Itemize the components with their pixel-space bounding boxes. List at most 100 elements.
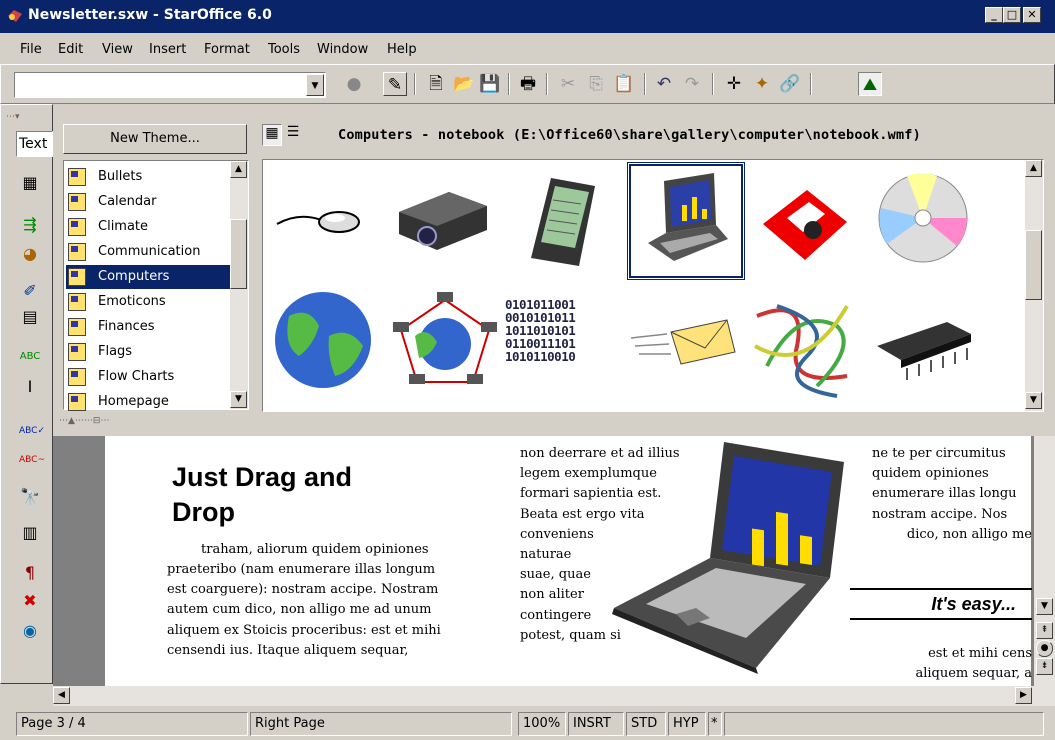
insert-table-icon[interactable]: ▦ <box>19 172 41 194</box>
thumb-cd[interactable] <box>867 164 985 282</box>
status-selection-mode[interactable]: STD <box>626 712 666 736</box>
url-combo-box[interactable]: ▼ <box>14 72 326 98</box>
status-zoom[interactable]: 100% <box>518 712 566 736</box>
thumb-network[interactable] <box>387 286 505 404</box>
insert-fields-icon[interactable]: ⇶ <box>19 214 41 236</box>
theme-item-homepage[interactable]: Homepage <box>66 390 231 414</box>
thumb-pda[interactable] <box>505 164 623 282</box>
document-scrollbar[interactable]: ▼ ⇞ ● ⇟ <box>1034 436 1055 706</box>
thumb-chip[interactable] <box>867 286 985 404</box>
theme-item-flow-charts[interactable]: Flow Charts <box>66 365 231 389</box>
thumb-notebook[interactable] <box>627 162 745 280</box>
gallery-thumbnails[interactable]: 0101011001 0010101011 1011010101 0110011… <box>262 159 1044 412</box>
stylist-icon[interactable]: ✦ <box>750 72 774 96</box>
chevron-down-icon[interactable]: ▼ <box>306 74 324 96</box>
scroll-up-icon[interactable]: ▲ <box>1025 160 1042 177</box>
open-folder-icon[interactable]: 📂 <box>452 72 476 96</box>
autotext-icon[interactable]: ABC <box>19 346 41 368</box>
thumb-binary-data[interactable]: 0101011001 0010101011 1011010101 0110011… <box>505 298 623 416</box>
detail-view-icon[interactable]: ☰ <box>284 124 302 146</box>
article-heading[interactable]: Just Drag and Drop <box>172 460 352 530</box>
text-column-1-body[interactable]: praeteribo (nam enumerare illas longum e… <box>167 560 488 661</box>
paste-icon[interactable]: 📋 <box>612 72 636 96</box>
theme-item-climate[interactable]: Climate <box>66 215 231 239</box>
status-hyperlink-mode[interactable]: HYP <box>668 712 706 736</box>
theme-item-bullets[interactable]: Bullets <box>66 165 231 189</box>
scroll-down-icon[interactable]: ▼ <box>230 391 247 408</box>
find-replace-icon[interactable]: 🔭 <box>19 486 41 508</box>
scroll-down-icon[interactable]: ▼ <box>1036 598 1053 615</box>
save-icon[interactable]: 💾 <box>478 72 502 96</box>
theme-item-finances[interactable]: Finances <box>66 315 231 339</box>
horizontal-scrollbar[interactable]: ◀ ▶ <box>53 686 1034 706</box>
navigator-icon[interactable]: ✛ <box>722 72 746 96</box>
menu-format[interactable]: Format <box>204 42 250 57</box>
new-theme-button[interactable]: New Theme... <box>63 124 247 154</box>
text-column-3[interactable]: ne te per circumitus quidem opiniones en… <box>872 444 1032 545</box>
gallery-toggle-icon[interactable]: ⛰ <box>858 72 882 96</box>
theme-item-calendar[interactable]: Calendar <box>66 190 231 214</box>
menu-file[interactable]: File <box>20 42 42 57</box>
edit-file-icon[interactable]: ✎ <box>383 72 407 96</box>
nonprinting-characters-icon[interactable]: ¶ <box>19 562 41 584</box>
cursor-icon[interactable]: I <box>19 376 41 398</box>
close-button[interactable]: ✕ <box>1023 7 1041 23</box>
text-column-1[interactable]: traham, aliorum quidem opiniones <box>167 540 488 560</box>
menu-edit[interactable]: Edit <box>58 42 83 57</box>
menu-help[interactable]: Help <box>387 42 417 57</box>
scroll-up-icon[interactable]: ▲ <box>230 161 247 178</box>
icon-view-icon[interactable]: ▦ <box>262 124 282 146</box>
menu-view[interactable]: View <box>102 42 133 57</box>
status-insert-mode[interactable]: INSRT <box>568 712 624 736</box>
hyperlink-dialog-icon[interactable]: 🔗 <box>778 72 802 96</box>
cut-icon[interactable]: ✂ <box>556 72 580 96</box>
minimize-button[interactable]: _ <box>985 7 1003 23</box>
thumb-projector[interactable] <box>387 164 505 282</box>
scroll-left-icon[interactable]: ◀ <box>53 687 70 704</box>
thumb-mouse[interactable] <box>269 164 387 282</box>
navigation-icon[interactable]: ● <box>1036 640 1053 657</box>
status-page-style[interactable]: Right Page <box>250 712 512 736</box>
previous-page-icon[interactable]: ⇞ <box>1036 622 1053 639</box>
undo-icon[interactable]: ↶ <box>652 72 676 96</box>
theme-list-scrollbar[interactable]: ▲ ▼ <box>230 161 248 409</box>
scroll-right-icon[interactable]: ▶ <box>1015 687 1032 704</box>
thumb-floppy-disk[interactable] <box>747 164 865 282</box>
maximize-button[interactable]: □ <box>1003 7 1021 23</box>
theme-item-flags[interactable]: Flags <box>66 340 231 364</box>
menu-window[interactable]: Window <box>317 42 368 57</box>
menu-tools[interactable]: Tools <box>268 42 300 57</box>
form-functions-icon[interactable]: ▤ <box>19 306 41 328</box>
data-sources-icon[interactable]: ▥ <box>19 522 41 544</box>
notebook-image[interactable] <box>606 438 864 674</box>
menu-insert[interactable]: Insert <box>149 42 186 57</box>
splitter-handle-icon[interactable]: ⋯▲⋯⋯⊟⋯ <box>59 416 109 426</box>
callout-box[interactable]: It's easy... <box>850 588 1032 620</box>
theme-item-communication[interactable]: Communication <box>66 240 231 264</box>
thumb-cables[interactable] <box>747 286 865 404</box>
theme-item-computers[interactable]: Computers <box>66 265 231 289</box>
online-layout-icon[interactable]: ◉ <box>19 620 41 642</box>
spellcheck-icon[interactable]: ABC✓ <box>19 420 45 442</box>
auto-spellcheck-icon[interactable]: ABC~ <box>19 449 45 471</box>
status-page[interactable]: Page 3 / 4 <box>16 712 248 736</box>
theme-item-emoticons[interactable]: Emoticons <box>66 290 231 314</box>
text-column-3-bottom[interactable]: est et mihi cens aliquem sequar, a <box>850 644 1032 684</box>
thumb-email[interactable] <box>627 286 745 404</box>
thumb-globe[interactable] <box>269 286 387 404</box>
new-document-icon[interactable]: 🗎 <box>424 72 448 96</box>
stop-loading-icon[interactable]: ● <box>342 72 366 96</box>
print-icon[interactable]: 🖶 <box>516 72 540 96</box>
theme-list[interactable]: Bullets Calendar Climate Communication C… <box>63 160 249 411</box>
thumbnails-scrollbar[interactable]: ▲ ▼ <box>1025 160 1043 411</box>
show-draw-functions-icon[interactable]: ✐ <box>19 280 41 302</box>
gallery-splitter[interactable]: ⋯▲⋯⋯⊟⋯ <box>53 412 1055 436</box>
graphics-off-icon[interactable]: ✖ <box>19 590 41 612</box>
next-page-icon[interactable]: ⇟ <box>1036 658 1053 675</box>
insert-object-icon[interactable]: ◕ <box>19 243 41 265</box>
scroll-thumb[interactable] <box>230 219 247 289</box>
scroll-down-icon[interactable]: ▼ <box>1025 392 1042 409</box>
redo-icon[interactable]: ↷ <box>680 72 704 96</box>
copy-icon[interactable]: ⎘ <box>584 72 608 96</box>
text-field[interactable]: Text <box>16 131 53 157</box>
